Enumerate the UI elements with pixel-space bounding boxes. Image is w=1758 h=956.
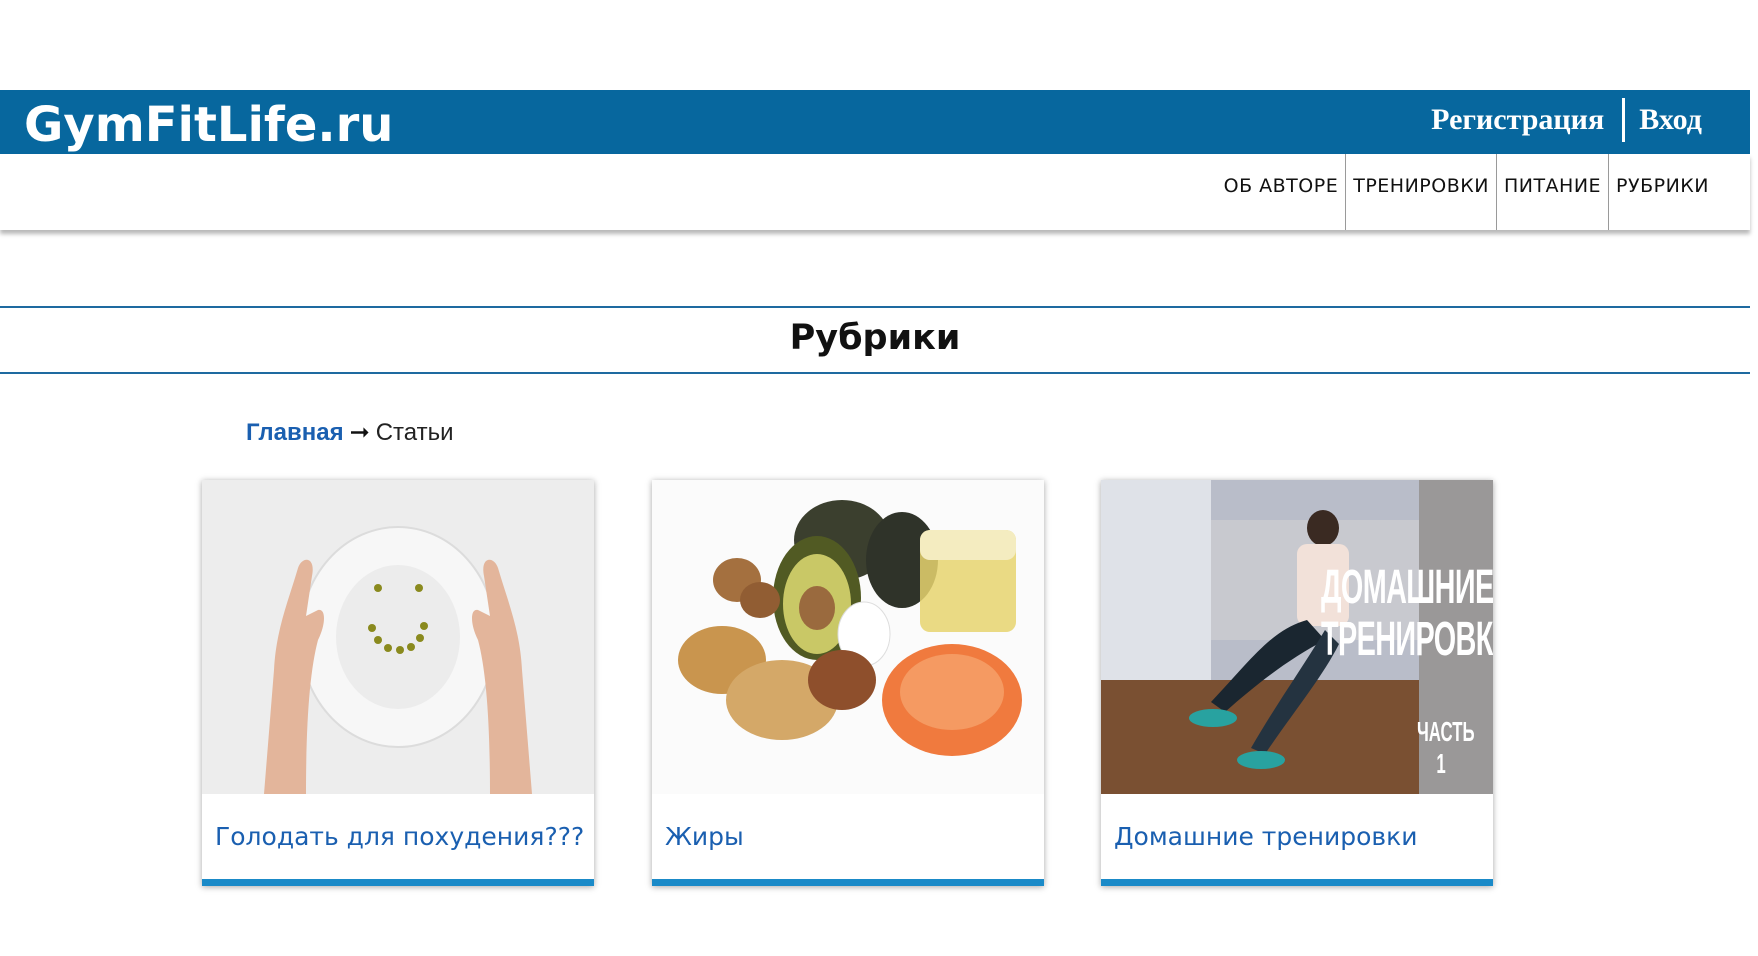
nav-item-nutrition[interactable]: ПИТАНИЕ — [1495, 154, 1608, 230]
nav-item-about[interactable]: ОБ АВТОРЕ — [1217, 154, 1346, 230]
article-card-title[interactable]: Голодать для похудения??? — [215, 822, 584, 851]
main-nav-bar: ОБ АВТОРЕ ТРЕНИРОВКИ ПИТАНИЕ РУБРИКИ — [0, 154, 1750, 230]
page-title: Рубрики — [789, 318, 961, 358]
home-workout-image-line-1: ДОМАШНИЕ — [1321, 561, 1493, 614]
breadcrumb-arrow-icon: ➞ — [349, 419, 370, 446]
article-card[interactable]: ДОМАШНИЕ ТРЕНИРОВКИ ЧАСТЬ 1 Домашние тре… — [1101, 480, 1493, 886]
main-nav: ОБ АВТОРЕ ТРЕНИРОВКИ ПИТАНИЕ РУБРИКИ — [1217, 154, 1716, 230]
article-card[interactable]: Жиры — [652, 480, 1044, 886]
breadcrumb-current: Статьи — [375, 419, 454, 446]
title-rule-top — [0, 306, 1750, 308]
article-card-title[interactable]: Жиры — [665, 822, 744, 851]
breadcrumb-home-link[interactable]: Главная — [246, 419, 344, 446]
healthy-fats-image[interactable] — [652, 480, 1044, 794]
home-workout-image[interactable]: ДОМАШНИЕ ТРЕНИРОВКИ ЧАСТЬ 1 — [1101, 480, 1493, 794]
article-card[interactable]: Голодать для похудения??? — [202, 480, 594, 886]
plate-smiley-image[interactable] — [202, 480, 594, 794]
article-card-bar — [202, 879, 594, 886]
home-workout-image-part: ЧАСТЬ 1 — [1417, 716, 1475, 779]
article-card-bar — [652, 879, 1044, 886]
site-logo[interactable]: GymFitLife.ru — [24, 96, 393, 154]
home-workout-image-line-2: ТРЕНИРОВКИ — [1321, 613, 1493, 666]
site-header: GymFitLife.ru Регистрация Вход — [0, 90, 1750, 154]
register-link[interactable]: Регистрация — [1431, 103, 1604, 137]
article-card-bar — [1101, 879, 1493, 886]
title-rule-bottom — [0, 372, 1750, 374]
nav-item-categories[interactable]: РУБРИКИ — [1608, 154, 1716, 230]
breadcrumb: Главная ➞ Статьи — [246, 418, 454, 447]
auth-divider — [1622, 98, 1626, 142]
nav-item-workouts[interactable]: ТРЕНИРОВКИ — [1345, 154, 1496, 230]
login-link[interactable]: Вход — [1639, 103, 1702, 137]
auth-links: Регистрация Вход — [1431, 98, 1702, 142]
home-workout-image-title: ДОМАШНИЕ ТРЕНИРОВКИ — [1321, 561, 1493, 666]
article-card-title[interactable]: Домашние тренировки — [1114, 822, 1417, 851]
